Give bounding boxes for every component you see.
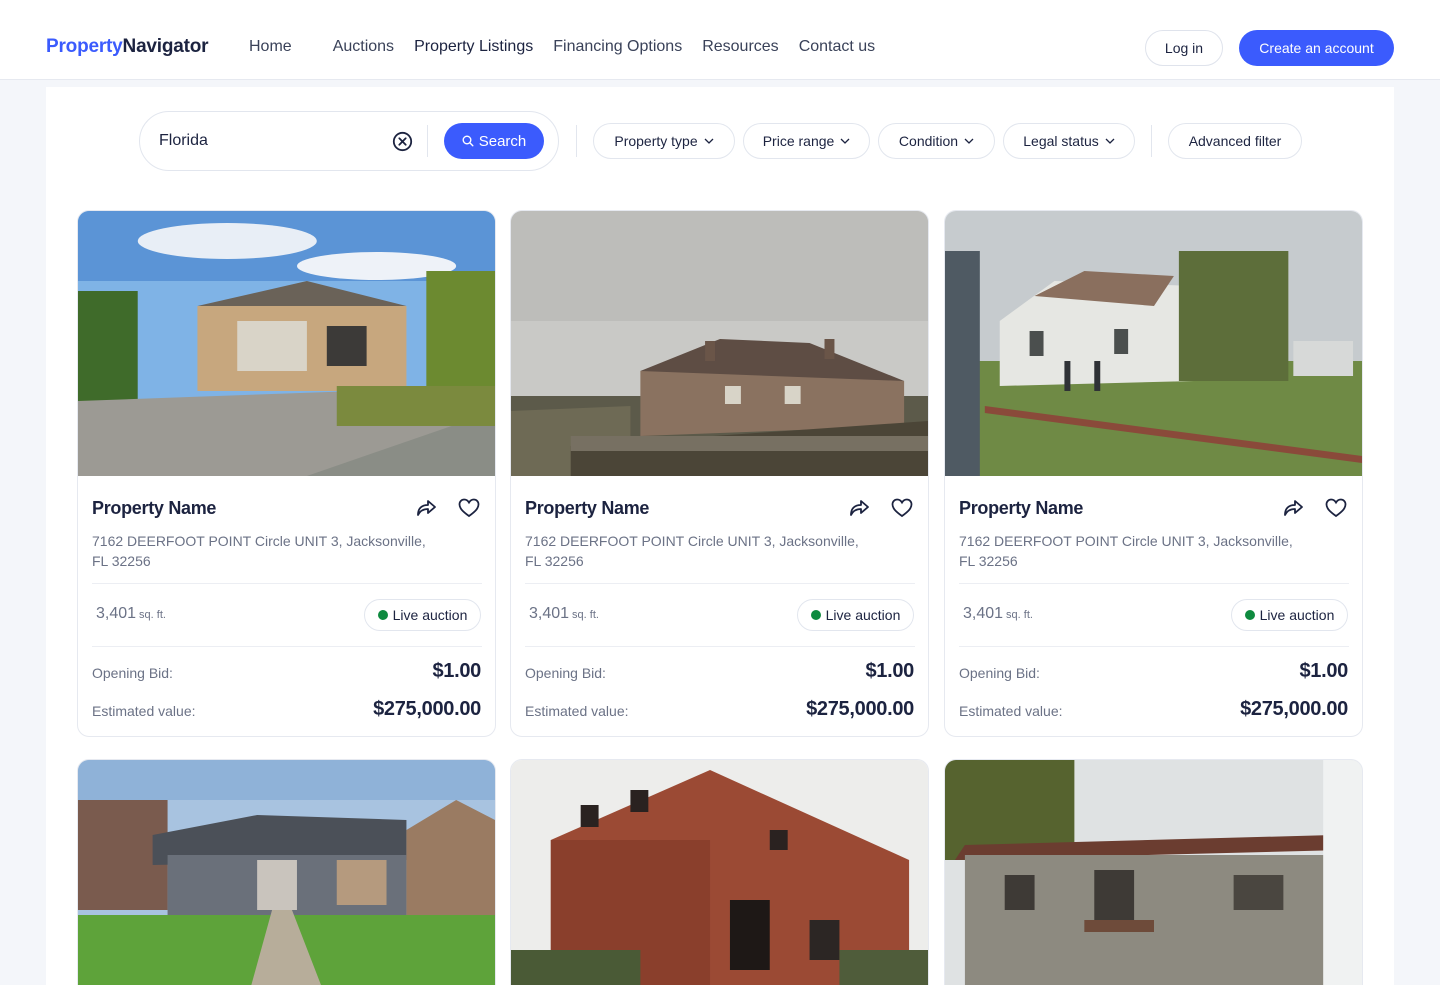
- property-size: 3,401 sq. ft.: [963, 605, 1033, 623]
- chevron-down-icon: [964, 138, 974, 144]
- property-photo[interactable]: [945, 760, 1362, 985]
- status-badge: Live auction: [1231, 599, 1348, 631]
- property-photo[interactable]: [78, 211, 495, 476]
- heart-icon[interactable]: [890, 496, 914, 520]
- opening-bid-label: Opening Bid:: [92, 665, 173, 681]
- search-button[interactable]: Search: [444, 123, 544, 159]
- property-card[interactable]: [944, 759, 1363, 985]
- estimated-value: $275,000.00: [806, 698, 914, 720]
- nav-property-listings[interactable]: Property Listings: [414, 38, 533, 56]
- card-divider: [525, 646, 915, 647]
- search-icon: [462, 135, 474, 147]
- filter-legal-status[interactable]: Legal status: [1003, 123, 1135, 159]
- property-card[interactable]: [510, 759, 929, 985]
- estimated-value: $275,000.00: [1240, 698, 1348, 720]
- property-name[interactable]: Property Name: [525, 498, 649, 519]
- size-unit: sq. ft.: [1006, 609, 1033, 621]
- opening-bid-label: Opening Bid:: [525, 665, 606, 681]
- main-nav: Home Auctions Property Listings Financin…: [249, 38, 895, 56]
- clear-icon[interactable]: [392, 131, 413, 152]
- share-icon[interactable]: [1281, 496, 1305, 520]
- brand-part2: Navigator: [122, 36, 209, 57]
- property-card[interactable]: Property Name 7162 DEERFOOT POINT Circle…: [944, 210, 1363, 737]
- filter-divider: [1151, 125, 1152, 157]
- estimated-value-label: Estimated value:: [525, 703, 629, 719]
- property-name[interactable]: Property Name: [959, 498, 1083, 519]
- nav-financing-options[interactable]: Financing Options: [553, 38, 682, 56]
- size-value: 3,401: [963, 605, 1004, 622]
- filter-property-type[interactable]: Property type: [593, 123, 735, 159]
- nav-auctions[interactable]: Auctions: [333, 38, 394, 56]
- opening-bid-value: $1.00: [865, 660, 914, 682]
- nav-contact-us[interactable]: Contact us: [799, 38, 875, 56]
- property-address: 7162 DEERFOOT POINT Circle UNIT 3, Jacks…: [525, 533, 859, 569]
- top-header: PropertyNavigator Home Auctions Property…: [0, 0, 1440, 80]
- advanced-filter-button[interactable]: Advanced filter: [1168, 123, 1302, 159]
- filter-divider: [576, 125, 577, 157]
- live-dot-icon: [377, 610, 388, 620]
- brand-logo[interactable]: PropertyNavigator: [46, 36, 209, 58]
- card-divider: [92, 583, 482, 584]
- property-photo[interactable]: [511, 211, 928, 476]
- chevron-down-icon: [704, 138, 714, 144]
- filter-label: Condition: [898, 133, 959, 149]
- brand-part1: Property: [46, 36, 123, 57]
- property-name[interactable]: Property Name: [92, 498, 216, 519]
- property-size: 3,401 sq. ft.: [529, 605, 599, 623]
- heart-icon[interactable]: [457, 496, 481, 520]
- property-photo[interactable]: [945, 211, 1362, 476]
- share-icon[interactable]: [414, 496, 438, 520]
- filter-price-range[interactable]: Price range: [743, 123, 870, 159]
- heart-icon[interactable]: [1324, 496, 1348, 520]
- status-label: Live auction: [392, 607, 468, 623]
- property-address: 7162 DEERFOOT POINT Circle UNIT 3, Jacks…: [959, 533, 1293, 569]
- live-dot-icon: [810, 610, 821, 620]
- chevron-down-icon: [1105, 138, 1115, 144]
- status-badge: Live auction: [364, 599, 481, 631]
- size-value: 3,401: [96, 605, 137, 622]
- filter-label: Legal status: [1023, 133, 1099, 149]
- search-divider: [427, 125, 428, 157]
- property-address: 7162 DEERFOOT POINT Circle UNIT 3, Jacks…: [92, 533, 426, 569]
- property-photo[interactable]: [78, 760, 495, 985]
- card-divider: [525, 583, 915, 584]
- size-value: 3,401: [529, 605, 570, 622]
- chevron-down-icon: [840, 138, 850, 144]
- estimated-value-label: Estimated value:: [959, 703, 1063, 719]
- status-badge: Live auction: [797, 599, 914, 631]
- create-account-button[interactable]: Create an account: [1239, 30, 1394, 66]
- filter-label: Price range: [762, 133, 835, 149]
- nav-resources[interactable]: Resources: [702, 38, 778, 56]
- filter-label: Property type: [614, 133, 698, 149]
- property-card[interactable]: Property Name 7162 DEERFOOT POINT Circle…: [77, 210, 496, 737]
- opening-bid-value: $1.00: [432, 660, 481, 682]
- size-unit: sq. ft.: [572, 609, 599, 621]
- opening-bid-label: Opening Bid:: [959, 665, 1040, 681]
- login-button[interactable]: Log in: [1145, 30, 1223, 66]
- status-label: Live auction: [1259, 607, 1335, 623]
- opening-bid-value: $1.00: [1299, 660, 1348, 682]
- search-input-value[interactable]: Florida: [159, 132, 208, 150]
- estimated-value-label: Estimated value:: [92, 703, 196, 719]
- property-card[interactable]: [77, 759, 496, 985]
- share-icon[interactable]: [847, 496, 871, 520]
- search-button-label: Search: [478, 132, 527, 150]
- filter-condition[interactable]: Condition: [878, 123, 995, 159]
- property-size: 3,401 sq. ft.: [96, 605, 166, 623]
- card-divider: [959, 646, 1349, 647]
- size-unit: sq. ft.: [139, 609, 166, 621]
- property-card[interactable]: Property Name 7162 DEERFOOT POINT Circle…: [510, 210, 929, 737]
- card-divider: [959, 583, 1349, 584]
- nav-home[interactable]: Home: [249, 38, 292, 56]
- live-dot-icon: [1244, 610, 1255, 620]
- card-divider: [92, 646, 482, 647]
- estimated-value: $275,000.00: [373, 698, 481, 720]
- status-label: Live auction: [825, 607, 901, 623]
- property-photo[interactable]: [511, 760, 928, 985]
